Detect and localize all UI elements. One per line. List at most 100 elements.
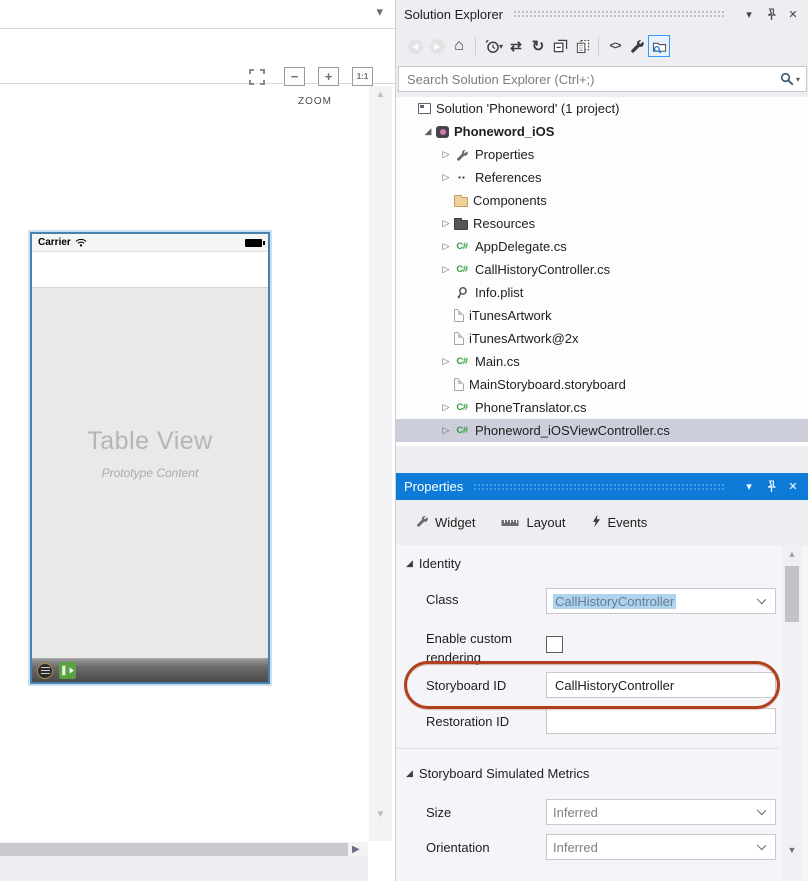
refresh-icon[interactable]: ↻ — [527, 35, 549, 57]
tree-item[interactable]: Components — [396, 189, 808, 212]
expander-collapsed-icon[interactable]: ▷ — [438, 172, 454, 183]
view-code-icon[interactable]: <> — [604, 35, 626, 57]
restoration-id-input[interactable] — [546, 708, 776, 734]
zoom-fit-button[interactable] — [248, 68, 266, 86]
size-value: Inferred — [553, 805, 598, 820]
expander-expanded-icon[interactable]: ◢ — [420, 126, 436, 137]
exit-segue-icon[interactable] — [59, 662, 76, 679]
show-all-files-icon[interactable] — [571, 35, 593, 57]
orientation-combobox[interactable]: Inferred — [546, 834, 776, 860]
scroll-down-icon[interactable]: ▼ — [783, 845, 801, 855]
tree-item-label: iTunesArtwork@2x — [469, 331, 579, 346]
collapse-all-icon[interactable] — [549, 35, 571, 57]
right-tool-panes: Solution Explorer ▾ ✕ ◀ ▶ ⌂ ▾ ⇄ ↻ — [395, 0, 808, 881]
zoom-in-button[interactable]: + — [318, 67, 339, 86]
pin-icon[interactable] — [762, 5, 780, 23]
enable-custom-rendering-checkbox[interactable] — [546, 636, 563, 653]
horizontal-scroll-thumb[interactable] — [0, 843, 348, 856]
filter-dropdown-icon[interactable]: ▾ — [499, 42, 503, 51]
tree-item[interactable]: ▷C#PhoneTranslator.cs — [396, 396, 808, 419]
zoom-out-button[interactable]: − — [284, 67, 305, 86]
close-icon[interactable]: ✕ — [784, 5, 802, 23]
tab-widget[interactable]: Widget — [416, 515, 475, 530]
window-position-caret-icon[interactable]: ▾ — [740, 5, 758, 23]
fit-to-window-icon — [249, 69, 265, 85]
expander-collapsed-icon[interactable]: ▷ — [438, 356, 454, 367]
tree-item[interactable]: ◢Phoneword_iOS — [396, 120, 808, 143]
size-label: Size — [426, 805, 451, 820]
tree-item[interactable]: ▷▪▪References — [396, 166, 808, 189]
properties-header: Properties ▾ ✕ — [396, 473, 808, 500]
forward-icon[interactable]: ▶ — [426, 35, 448, 57]
search-options-caret-icon[interactable]: ▾ — [796, 75, 800, 84]
expander-collapsed-icon[interactable]: ▷ — [438, 149, 454, 160]
designer-zoom-toolbar: − + 1:1 ZOOM — [0, 30, 395, 84]
tree-item[interactable]: Info.plist — [396, 281, 808, 304]
table-view-subtitle: Prototype Content — [102, 466, 199, 480]
tree-item[interactable]: ▷C#AppDelegate.cs — [396, 235, 808, 258]
tree-item-label: Main.cs — [475, 354, 520, 369]
section-expander-icon[interactable]: ◢ — [406, 768, 413, 779]
table-view[interactable]: Table View Prototype Content — [32, 287, 268, 658]
expander-collapsed-icon[interactable]: ▷ — [438, 218, 454, 229]
class-combobox[interactable]: CallHistoryController — [546, 588, 776, 614]
section-header-storyboard-metrics[interactable]: ◢ Storyboard Simulated Metrics — [406, 766, 589, 781]
tree-item[interactable]: ▷C#CallHistoryController.cs — [396, 258, 808, 281]
vertical-scroll-thumb[interactable] — [785, 566, 799, 622]
sync-with-active-document-icon[interactable] — [648, 35, 670, 57]
panel-gap — [396, 446, 808, 473]
search-input[interactable] — [399, 72, 780, 87]
properties-wrench-icon[interactable] — [626, 35, 648, 57]
properties-vertical-scrollbar: ▲ ▼ — [783, 545, 801, 881]
plus-icon: + — [325, 69, 333, 84]
tab-label: Widget — [435, 515, 475, 530]
scroll-down-icon[interactable]: ▼ — [369, 809, 392, 820]
tab-events[interactable]: Events — [592, 514, 648, 531]
tab-layout[interactable]: Layout — [501, 515, 565, 530]
tree-item[interactable]: ▷C#Phoneword_iOSViewController.cs — [396, 419, 808, 442]
close-icon[interactable]: ✕ — [784, 478, 802, 496]
expander-collapsed-icon[interactable]: ▷ — [438, 425, 454, 436]
solution-tree: Solution 'Phoneword' (1 project)◢Phonewo… — [396, 97, 808, 446]
storyboard-id-input[interactable] — [546, 672, 776, 698]
tree-item-label: References — [475, 170, 541, 185]
section-title: Storyboard Simulated Metrics — [419, 766, 590, 781]
tree-item[interactable]: MainStoryboard.storyboard — [396, 373, 808, 396]
properties-body: ◢ Identity Class CallHistoryController E… — [396, 545, 808, 881]
home-icon[interactable]: ⌂ — [448, 35, 470, 57]
tree-item-label: CallHistoryController.cs — [475, 262, 610, 277]
minus-icon: − — [291, 69, 299, 84]
back-icon[interactable]: ◀ — [404, 35, 426, 57]
designer-top-strip: ▾ — [0, 0, 395, 29]
toolbar-separator — [598, 37, 599, 55]
view-controller-canvas[interactable]: Carrier Table View Prototype Content — [30, 232, 270, 684]
class-value: CallHistoryController — [553, 594, 676, 609]
csharp-icon: C# — [454, 239, 470, 255]
section-header-identity[interactable]: ◢ Identity — [406, 556, 461, 571]
scroll-up-icon[interactable]: ▲ — [369, 89, 392, 100]
toolbar-overflow-caret-icon[interactable]: ▾ — [376, 5, 383, 18]
section-expander-icon[interactable]: ◢ — [406, 558, 413, 569]
expander-collapsed-icon[interactable]: ▷ — [438, 264, 454, 275]
expander-collapsed-icon[interactable]: ▷ — [438, 241, 454, 252]
expander-collapsed-icon[interactable]: ▷ — [438, 402, 454, 413]
window-position-caret-icon[interactable]: ▾ — [740, 478, 758, 496]
tree-item[interactable]: Solution 'Phoneword' (1 project) — [396, 97, 808, 120]
tree-item[interactable]: ▷C#Main.cs — [396, 350, 808, 373]
tree-item[interactable]: ▷Properties — [396, 143, 808, 166]
tree-item[interactable]: ▷ Resources — [396, 212, 808, 235]
battery-icon — [245, 239, 262, 247]
view-controller-icon[interactable] — [37, 663, 53, 679]
tree-item-label: Resources — [473, 216, 535, 231]
tree-item[interactable]: iTunesArtwork — [396, 304, 808, 327]
sync-icon[interactable]: ⇄ — [505, 35, 527, 57]
actual-size-button[interactable]: 1:1 — [352, 67, 373, 86]
tree-item[interactable]: iTunesArtwork@2x — [396, 327, 808, 350]
scroll-right-icon[interactable]: ▶ — [352, 843, 360, 856]
size-combobox[interactable]: Inferred — [546, 799, 776, 825]
scroll-up-icon[interactable]: ▲ — [783, 549, 801, 559]
properties-tabs: Widget Layout Events — [396, 500, 808, 545]
tree-item-label: PhoneTranslator.cs — [475, 400, 587, 415]
search-icon[interactable] — [780, 72, 794, 86]
pin-icon[interactable] — [762, 478, 780, 496]
